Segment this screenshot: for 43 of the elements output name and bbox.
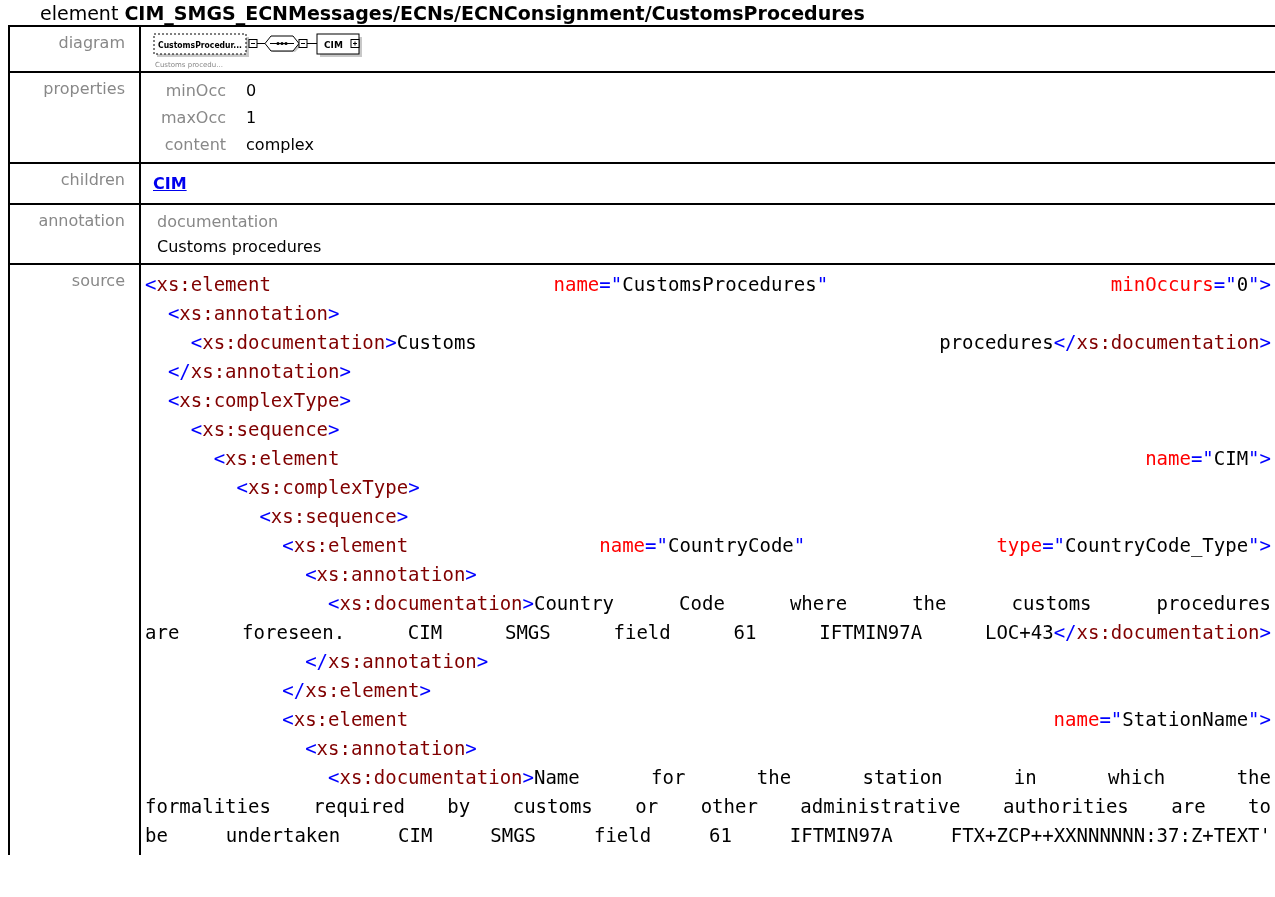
annotation-heading: documentation (157, 211, 280, 233)
code-line: <xs:documentation>Country Code where the customs procedures (327, 591, 1271, 616)
code-line: <xs:element name="CIM"> (212, 446, 1271, 471)
property-value: complex (246, 134, 315, 156)
code-line: <xs:annotation> (166, 301, 341, 326)
code-line: <xs:element name="CustomsProcedures" minOccurs="0"> (145, 272, 1271, 297)
annotation-text: Customs procedures (157, 236, 323, 258)
code-line: </xs:annotation> (304, 649, 490, 674)
child-link[interactable]: CIM (153, 174, 187, 193)
code-line: <xs:element name="CountryCode" type="CountryCode_Type"> (281, 533, 1271, 559)
property-name: minOcc (164, 80, 227, 102)
code-line: formalities required by customs or other administrative authorities are to (145, 794, 1271, 819)
code-line: <xs:documentation>Customs procedures</xs:documentation> (189, 330, 1271, 355)
code-line: <xs:complexType> (235, 475, 421, 500)
code-line: be undertaken CIM SMGS field 61 IFTMIN97A FTX+ZCP++XXNNNNNN:37:Z+TEXT' (145, 823, 1271, 848)
property-name: content (163, 134, 227, 156)
page-title: element CIM_SMGS_ECNMessages/ECNs/ECNConsignment/CustomsProcedures (39, 1, 866, 25)
code-line: <xs:annotation> (304, 736, 478, 761)
collapse-icon[interactable] (298, 39, 308, 48)
code-line: </xs:element> (281, 678, 432, 703)
element-name: CustomsProcedur... (158, 40, 246, 50)
row-label: annotation (10, 205, 141, 265)
expand-icon[interactable] (350, 39, 360, 48)
code-line: <xs:element name="StationName"> (281, 707, 1271, 732)
code-line: <xs:complexType> (166, 388, 352, 413)
property-value: 0 (246, 80, 258, 102)
property-value: 1 (246, 107, 258, 129)
row-label: children (10, 164, 141, 205)
sequence-icon (264, 35, 301, 52)
code-line: <xs:sequence> (258, 504, 410, 529)
row-label: source (10, 265, 141, 855)
row-label: diagram (10, 27, 141, 73)
row-label: properties (10, 73, 141, 164)
code-line: <xs:documentation>Name for the station in which the (327, 765, 1271, 790)
code-line: <xs:sequence> (189, 417, 341, 442)
connector-line (306, 43, 318, 44)
code-line: are foreseen. CIM SMGS field 61 IFTMIN97A LOC+43</xs:documentation> (145, 620, 1271, 645)
element-name: CIM (324, 40, 343, 50)
code-line: </xs:annotation> (166, 359, 352, 384)
code-line: <xs:annotation> (304, 562, 478, 587)
element-node (316, 33, 362, 57)
collapse-icon[interactable] (248, 39, 258, 48)
property-name: maxOcc (161, 107, 227, 129)
